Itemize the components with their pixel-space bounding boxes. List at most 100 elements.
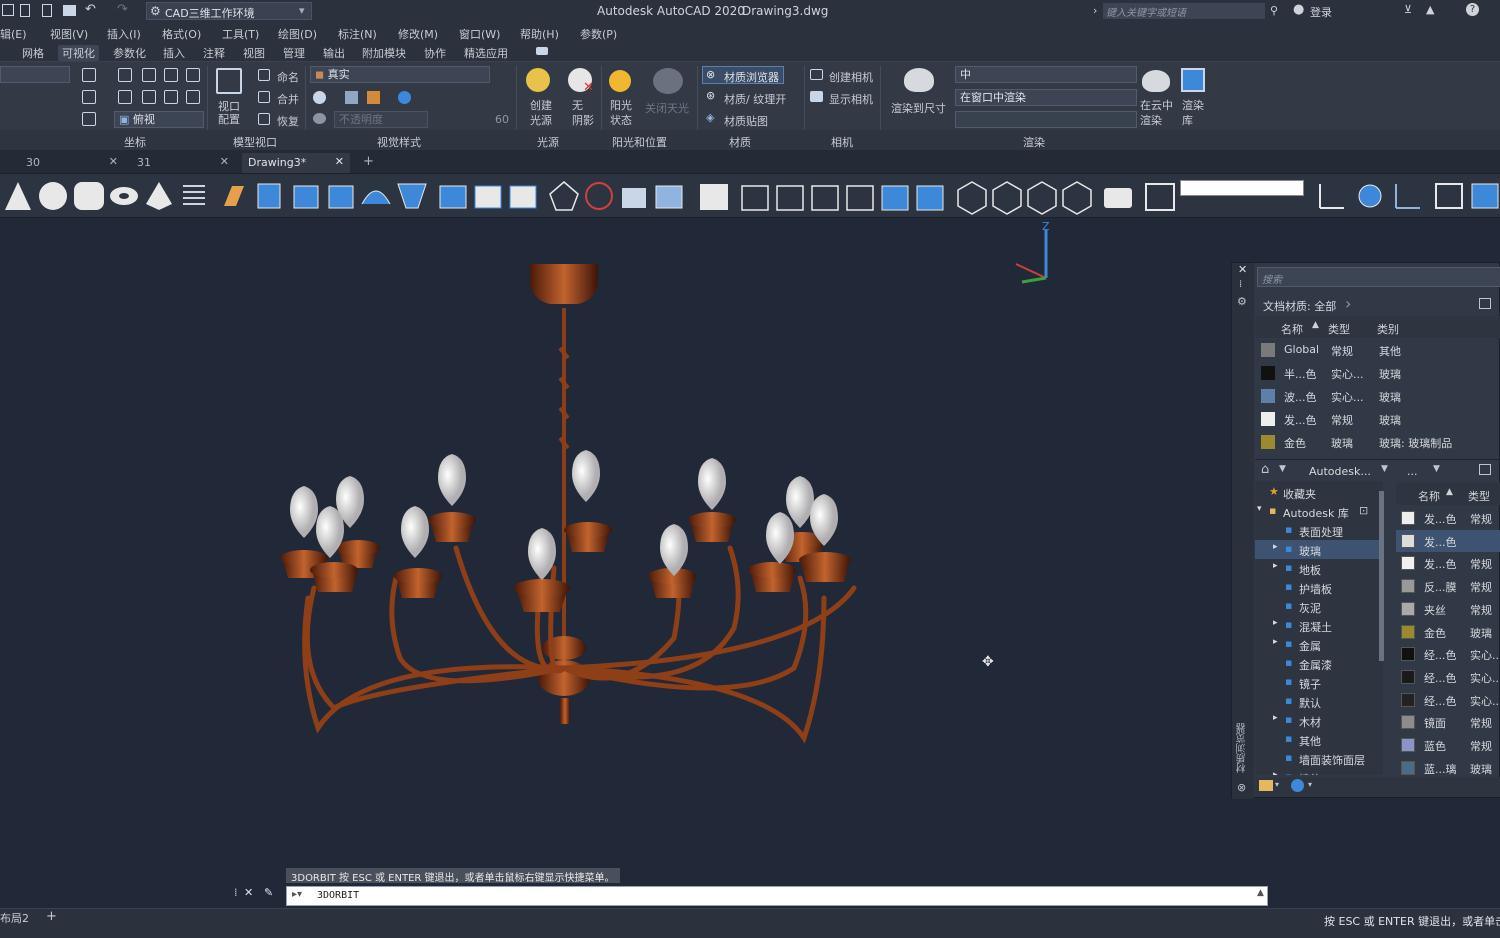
tree-scrollbar[interactable] (1379, 491, 1384, 661)
command-input[interactable]: ▸▾ 3DORBIT ▲ (286, 886, 1268, 906)
autohide-icon[interactable]: ⁞ (1239, 279, 1242, 290)
panel-title-render[interactable]: 渲染 (1023, 134, 1045, 150)
settings-icon[interactable]: ⚙ (1237, 295, 1247, 308)
expand-icon[interactable]: ▸ (1273, 561, 1278, 571)
ucs-3point-icon[interactable] (142, 68, 156, 82)
viewport-config-icon[interactable] (216, 68, 242, 94)
library-name[interactable]: Autodesk... (1309, 465, 1371, 478)
menu-view[interactable]: 视图(V) (50, 26, 88, 42)
close-icon[interactable]: ✕ (244, 886, 253, 899)
ucs-origin-icon[interactable] (118, 68, 132, 82)
library-material-row[interactable]: 蓝色 常规 (1396, 734, 1500, 756)
home-icon[interactable]: ⌂ (1261, 462, 1269, 477)
teapot-icon[interactable] (904, 68, 934, 92)
chevron-right-icon[interactable]: › (1093, 4, 1097, 17)
create-material-icon[interactable] (1291, 779, 1304, 792)
login-button[interactable]: 登录 (1310, 4, 1332, 20)
ucs-view-icon[interactable] (82, 112, 96, 126)
render-output-combo[interactable] (955, 111, 1137, 128)
restore-button[interactable]: 恢复 (277, 113, 299, 129)
app-menu-icon[interactable] (2, 4, 14, 16)
library-material-row[interactable]: 经...色 实心... (1396, 643, 1500, 665)
doc-tab-31[interactable]: 31 ✕ (131, 153, 233, 173)
menu-dimension[interactable]: 标注(N) (338, 26, 377, 42)
render-in-combo[interactable]: 在窗口中渲染 (955, 89, 1137, 106)
edge-effects-icon[interactable] (313, 91, 326, 104)
menu-tools[interactable]: 工具(T) (222, 26, 259, 42)
library-material-row[interactable]: 夹丝 常规 (1396, 598, 1500, 620)
expand-icon[interactable]: ▸ (1273, 542, 1278, 552)
create-camera-button[interactable]: 创建相机 (829, 69, 873, 85)
menu-parametric[interactable]: 参数(P) (580, 26, 617, 42)
left-combo[interactable] (0, 66, 70, 83)
create-camera-icon[interactable] (810, 69, 823, 80)
workspace-selector[interactable]: ⚙ CAD三维工作环境 ▾ (146, 2, 312, 20)
sun-icon[interactable] (609, 70, 631, 92)
render-gallery-button[interactable]: 渲染 库 (1182, 98, 1204, 128)
tab-insert[interactable]: 插入 (163, 45, 185, 61)
render-quality-combo[interactable]: 中 (955, 66, 1137, 83)
material-texture-button[interactable]: 材质/ 纹理开 (724, 91, 786, 107)
undo-icon[interactable]: ↶ (85, 2, 96, 17)
open-icon[interactable] (42, 4, 52, 17)
menu-draw[interactable]: 绘图(D) (278, 26, 317, 42)
close-icon[interactable]: ✕ (1238, 263, 1247, 276)
panel-title-materials[interactable]: 材质 (729, 134, 751, 150)
ribbon-toggle-icon[interactable] (536, 47, 548, 55)
tab-collaborate[interactable]: 协作 (424, 45, 446, 61)
ucs-world-icon[interactable] (82, 90, 96, 104)
chevron-up-icon[interactable]: ▲ (1257, 888, 1264, 898)
panel-title-model-viewports[interactable]: 模型视口 (233, 134, 277, 150)
ucs-zaxis-icon[interactable] (186, 90, 200, 104)
library-tree-item[interactable]: ▸ ▪ 玻璃 (1255, 540, 1383, 559)
close-icon[interactable]: ✕ (220, 155, 229, 168)
cart-icon[interactable]: ⊻ (1404, 3, 1412, 16)
add-layout-icon[interactable]: + (46, 909, 57, 924)
sky-icon[interactable] (653, 68, 683, 94)
material-map-button[interactable]: 材质贴图 (724, 113, 768, 129)
search-input[interactable]: 键入关键字或短语 (1103, 3, 1265, 19)
view-toggle-icon[interactable] (1479, 464, 1491, 475)
ucs-icon[interactable] (82, 68, 96, 82)
visual-style-combo[interactable]: ◼ 真实 (310, 66, 490, 83)
cloud-render-button[interactable]: 在云中 渲染 (1140, 98, 1173, 128)
material-map-icon[interactable]: ◈ (706, 111, 714, 124)
library-material-row[interactable]: 发...色 常规 (1396, 507, 1500, 529)
library-material-row[interactable]: 蓝...璃 玻璃 (1396, 757, 1500, 779)
panel-options-icon[interactable]: ⊗ (1237, 781, 1246, 794)
close-icon[interactable]: ✕ (109, 155, 118, 168)
sky-off-button[interactable]: 关闭天光 (645, 100, 689, 116)
doc-material-row[interactable]: 金色 玻璃 玻璃: 玻璃制品 (1255, 431, 1500, 453)
doc-material-row[interactable]: Global 常规 其他 (1255, 339, 1500, 361)
new-tab-icon[interactable]: + (363, 154, 374, 169)
doc-material-row[interactable]: 半...色 实心... 玻璃 (1255, 362, 1500, 384)
tab-output[interactable]: 输出 (323, 45, 345, 61)
new-icon[interactable] (20, 4, 30, 17)
doc-material-row[interactable]: 发...色 常规 玻璃 (1255, 408, 1500, 430)
library-material-row[interactable]: 经...色 实心... (1396, 666, 1500, 688)
expand-icon[interactable]: ▸ (1273, 618, 1278, 628)
panel-title-coordinates[interactable]: 坐标 (124, 134, 146, 150)
ucs-y-icon[interactable] (164, 68, 178, 82)
panel-title-lights[interactable]: 光源 (537, 134, 559, 150)
tab-mesh[interactable]: 网格 (22, 45, 44, 61)
expand-icon[interactable]: ▸ (1273, 770, 1278, 775)
view-combo[interactable]: ▣ 俯视 (114, 111, 204, 128)
opacity-slider[interactable]: 不透明度 (334, 111, 428, 128)
tab-visualize[interactable]: 可视化 (58, 45, 99, 61)
show-camera-button[interactable]: 显示相机 (829, 91, 873, 107)
sun-status-button[interactable]: 阳光 状态 (610, 98, 632, 128)
ucs-x-icon[interactable] (142, 90, 156, 104)
join-icon[interactable] (258, 91, 270, 103)
help-icon[interactable]: ? (1466, 3, 1479, 16)
ucs-face-icon[interactable] (164, 90, 178, 104)
render-gallery-icon[interactable] (1181, 68, 1205, 92)
named-viewport-icon[interactable] (258, 69, 270, 81)
header-category[interactable]: 类别 (1377, 321, 1399, 337)
materials-browser-button[interactable]: ⊗ 材质浏览器 (702, 66, 784, 84)
material-texture-icon[interactable]: ⊛ (706, 89, 715, 102)
exchange-icon[interactable]: ▲ (1426, 3, 1434, 16)
tab-annotate[interactable]: 注释 (203, 45, 225, 61)
expand-icon[interactable]: ▸ (1273, 713, 1278, 723)
panel-title-camera[interactable]: 相机 (831, 134, 853, 150)
